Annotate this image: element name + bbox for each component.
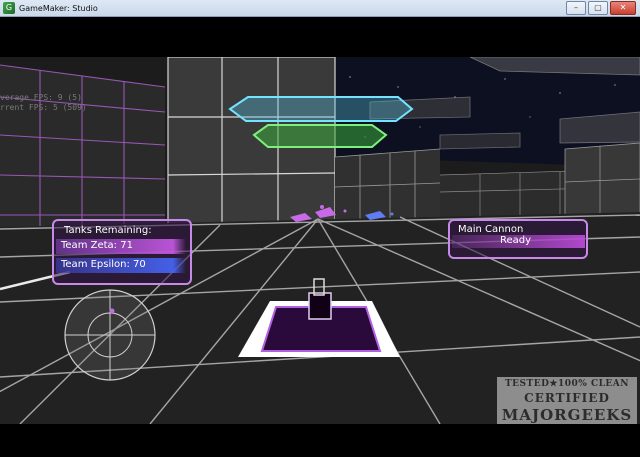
fps-current: rrent FPS: 5 (509)	[0, 103, 87, 112]
tanks-remaining-title: Tanks Remaining:	[64, 225, 152, 236]
window-title: GameMaker: Studio	[19, 3, 98, 13]
tanks-remaining-panel: Tanks Remaining: Team Zeta: 71 Team Epsi…	[52, 219, 192, 285]
letterbox-top	[0, 17, 640, 57]
gamemaker-icon: G	[3, 2, 15, 14]
team-zeta-row: Team Zeta: 71	[56, 239, 186, 254]
team-epsilon-row: Team Epsilon: 70	[56, 258, 186, 273]
weapon-name: Main Cannon	[458, 224, 524, 235]
fps-readout: verage FPS: 9 (5) rrent FPS: 5 (509)	[0, 93, 87, 113]
letterbox-bottom	[0, 424, 640, 457]
weapon-status-panel: Main Cannon Ready	[448, 219, 588, 259]
team-epsilon-label: Team Epsilon: 70	[61, 259, 146, 270]
maximize-button[interactable]: ▢	[588, 1, 608, 15]
title-bar: G GameMaker: Studio – ▢ ✕	[0, 0, 640, 17]
fps-average: verage FPS: 9 (5)	[0, 93, 82, 102]
watermark-certified: CERTIFIED	[524, 391, 610, 405]
window-controls: – ▢ ✕	[566, 1, 636, 15]
minimize-button[interactable]: –	[566, 1, 586, 15]
team-zeta-label: Team Zeta: 71	[61, 240, 133, 251]
weapon-status: Ready	[500, 235, 532, 246]
watermark-majorgeeks: MAJORGEEKS	[501, 406, 633, 424]
close-button[interactable]: ✕	[610, 1, 636, 15]
watermark-tested: TESTED★100% CLEAN	[504, 379, 630, 389]
